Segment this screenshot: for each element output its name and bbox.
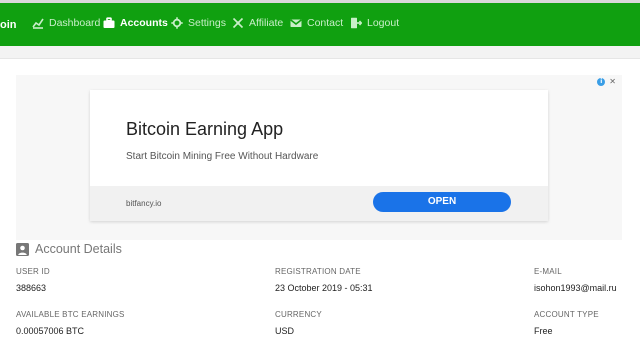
gear-icon xyxy=(171,17,183,29)
ad-footer: bitfancy.io OPEN xyxy=(90,186,548,221)
nav-label: Accounts xyxy=(120,17,168,29)
chart-icon xyxy=(32,17,44,29)
logout-icon xyxy=(350,17,362,29)
ad-title: Bitcoin Earning App xyxy=(126,119,284,139)
field-label: E-MAIL xyxy=(534,267,562,276)
envelope-icon xyxy=(290,17,302,29)
nav-label: Logout xyxy=(367,17,400,29)
field-value: USD xyxy=(275,326,295,336)
nav-label: Affiliate xyxy=(249,17,284,29)
section-title: Account Details xyxy=(35,242,122,256)
account-card: i ✕ Bitcoin Earning App Start Bitcoin Mi… xyxy=(0,58,640,360)
field-email: E-MAIL isohon1993@mail.ru xyxy=(534,267,617,293)
ad-domain: bitfancy.io xyxy=(126,199,162,208)
info-icon[interactable]: i xyxy=(597,78,606,86)
nav-item-accounts[interactable]: Accounts xyxy=(103,17,168,29)
field-account-type: ACCOUNT TYPE Free xyxy=(534,310,599,336)
ad-subtitle: Start Bitcoin Mining Free Without Hardwa… xyxy=(126,151,319,162)
network-icon xyxy=(232,17,244,29)
field-btc-earnings: AVAILABLE BTC EARNINGS 0.00057006 BTC xyxy=(16,310,125,336)
nav-item-logout[interactable]: Logout xyxy=(350,17,399,29)
nav-item-dashboard[interactable]: Dashboard xyxy=(32,17,100,29)
briefcase-icon xyxy=(103,17,115,29)
field-label: CURRENCY xyxy=(275,310,322,319)
ad-container: i ✕ Bitcoin Earning App Start Bitcoin Mi… xyxy=(16,75,622,240)
nav-item-affiliate[interactable]: Affiliate xyxy=(232,17,283,29)
field-registration-date: REGISTRATION DATE 23 October 2019 - 05:3… xyxy=(275,267,373,293)
account-details-heading: Account Details xyxy=(16,242,122,256)
field-label: ACCOUNT TYPE xyxy=(534,310,599,319)
field-user-id: USER ID 388663 xyxy=(16,267,50,293)
field-value: Free xyxy=(534,326,553,336)
field-value: 388663 xyxy=(16,283,47,293)
field-value: 0.00057006 BTC xyxy=(16,326,85,336)
field-currency: CURRENCY USD xyxy=(275,310,322,336)
field-value: isohon1993@mail.ru xyxy=(534,283,617,293)
field-label: USER ID xyxy=(16,267,50,276)
ad-card[interactable]: Bitcoin Earning App Start Bitcoin Mining… xyxy=(90,90,548,221)
nav-label: Settings xyxy=(188,17,226,29)
nav-label: Dashboard xyxy=(49,17,101,29)
ad-choices[interactable]: i ✕ xyxy=(597,78,616,86)
top-nav: oin Dashboard Accounts Settings Affiliat… xyxy=(0,3,640,46)
user-icon xyxy=(16,242,29,256)
field-value: 23 October 2019 - 05:31 xyxy=(275,283,373,293)
brand-logo[interactable]: oin xyxy=(0,19,17,31)
nav-item-contact[interactable]: Contact xyxy=(290,17,343,29)
field-label: REGISTRATION DATE xyxy=(275,267,361,276)
nav-item-settings[interactable]: Settings xyxy=(171,17,226,29)
field-label: AVAILABLE BTC EARNINGS xyxy=(16,310,125,319)
ad-open-button[interactable]: OPEN xyxy=(373,192,511,212)
close-icon[interactable]: ✕ xyxy=(609,78,616,86)
nav-label: Contact xyxy=(307,17,344,29)
